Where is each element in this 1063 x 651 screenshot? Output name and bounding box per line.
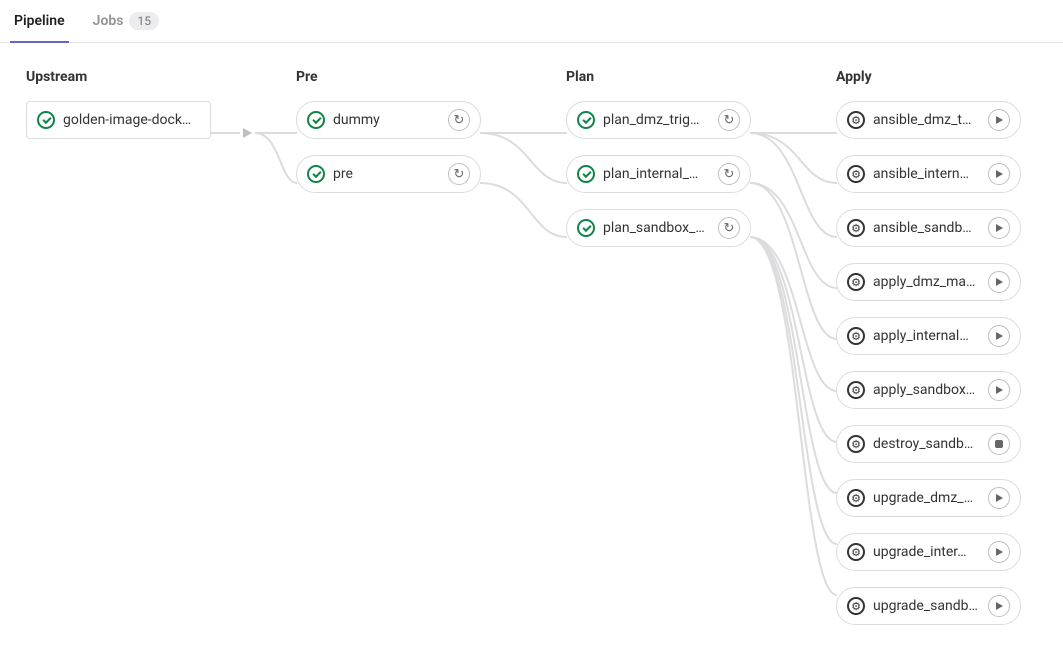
status-success-icon <box>577 165 595 183</box>
play-icon <box>995 386 1003 394</box>
retry-icon <box>724 221 735 236</box>
status-manual-icon <box>847 327 865 345</box>
job-pill[interactable]: plan_internal_… <box>566 155 751 193</box>
play-icon <box>995 332 1003 340</box>
pipeline-graph: Upstream golden-image-dock… Pre dummy pre… <box>0 43 1063 651</box>
retry-button[interactable] <box>718 217 740 239</box>
stop-button[interactable] <box>988 433 1010 455</box>
link-arrow-icon <box>243 128 252 138</box>
retry-icon <box>724 113 735 128</box>
job-label: plan_dmz_trig… <box>603 112 710 128</box>
job-label: plan_internal_… <box>603 166 710 182</box>
job-label: apply_dmz_ma… <box>873 274 980 290</box>
play-icon <box>995 278 1003 286</box>
plan-job-list: plan_dmz_trig… plan_internal_… plan_sandbo… <box>566 101 751 247</box>
status-manual-icon <box>847 165 865 183</box>
play-icon <box>995 602 1003 610</box>
play-button[interactable] <box>988 595 1010 617</box>
status-success-icon <box>577 219 595 237</box>
job-pill[interactable]: plan_dmz_trig… <box>566 101 751 139</box>
job-label: upgrade_dmz_… <box>873 490 980 506</box>
job-label: dummy <box>333 112 440 128</box>
stage-header-pre: Pre <box>296 69 481 85</box>
status-success-icon <box>577 111 595 129</box>
retry-button[interactable] <box>718 163 740 185</box>
status-manual-icon <box>847 435 865 453</box>
status-manual-icon <box>847 111 865 129</box>
status-manual-icon <box>847 543 865 561</box>
play-button[interactable] <box>988 217 1010 239</box>
job-pill[interactable]: plan_sandbox_… <box>566 209 751 247</box>
play-button[interactable] <box>988 325 1010 347</box>
play-button[interactable] <box>988 487 1010 509</box>
play-icon <box>995 116 1003 124</box>
job-label: ansible_sandb… <box>873 220 980 236</box>
tab-jobs-label: Jobs <box>93 13 124 29</box>
job-label: upgrade_inter… <box>873 544 980 560</box>
stage-header-upstream: Upstream <box>26 69 211 85</box>
job-pill[interactable]: destroy_sandb… <box>836 425 1021 463</box>
tab-pipeline-label: Pipeline <box>14 13 65 29</box>
tab-jobs[interactable]: Jobs 15 <box>89 12 163 42</box>
status-success-icon <box>307 165 325 183</box>
job-pill[interactable]: upgrade_sandb… <box>836 587 1021 625</box>
stage-upstream: Upstream golden-image-dock… <box>26 69 211 625</box>
status-manual-icon <box>847 219 865 237</box>
status-manual-icon <box>847 489 865 507</box>
play-icon <box>995 494 1003 502</box>
job-label: ansible_intern… <box>873 166 980 182</box>
play-button[interactable] <box>988 379 1010 401</box>
retry-button[interactable] <box>718 109 740 131</box>
tabs-bar: Pipeline Jobs 15 <box>0 0 1063 43</box>
stage-plan: Plan plan_dmz_trig… plan_internal_… plan_s… <box>566 69 751 625</box>
job-pill[interactable]: ansible_intern… <box>836 155 1021 193</box>
job-label: apply_internal… <box>873 328 980 344</box>
retry-icon <box>454 113 465 128</box>
job-label: destroy_sandb… <box>873 436 980 452</box>
stop-icon <box>995 440 1003 448</box>
job-pill[interactable]: apply_internal… <box>836 317 1021 355</box>
stage-apply: Apply ansible_dmz_t…ansible_intern…ansib… <box>836 69 1021 625</box>
job-pill[interactable]: dummy <box>296 101 481 139</box>
job-pill[interactable]: upgrade_dmz_… <box>836 479 1021 517</box>
job-label: plan_sandbox_… <box>603 220 710 236</box>
apply-job-list: ansible_dmz_t… ansible_intern… ansible_san… <box>836 101 1021 625</box>
status-success-icon <box>307 111 325 129</box>
pre-job-list: dummy pre <box>296 101 481 193</box>
job-pill[interactable]: ansible_sandb… <box>836 209 1021 247</box>
upstream-job-list: golden-image-dock… <box>26 101 211 139</box>
play-icon <box>995 170 1003 178</box>
job-pill[interactable]: apply_dmz_ma… <box>836 263 1021 301</box>
status-manual-icon <box>847 273 865 291</box>
job-pill[interactable]: ansible_dmz_t… <box>836 101 1021 139</box>
job-label: pre <box>333 166 440 182</box>
upstream-job-label: golden-image-dock… <box>63 112 200 128</box>
stage-header-plan: Plan <box>566 69 751 85</box>
retry-button[interactable] <box>448 109 470 131</box>
job-label: ansible_dmz_t… <box>873 112 980 128</box>
upstream-job[interactable]: golden-image-dock… <box>26 101 211 139</box>
status-manual-icon <box>847 381 865 399</box>
play-button[interactable] <box>988 163 1010 185</box>
job-label: apply_sandbox… <box>873 382 980 398</box>
tab-pipeline[interactable]: Pipeline <box>10 12 69 43</box>
status-manual-icon <box>847 597 865 615</box>
retry-button[interactable] <box>448 163 470 185</box>
play-icon <box>995 224 1003 232</box>
job-pill[interactable]: pre <box>296 155 481 193</box>
job-label: upgrade_sandb… <box>873 598 980 614</box>
stage-header-apply: Apply <box>836 69 1021 85</box>
stage-pre: Pre dummy pre <box>296 69 481 625</box>
play-button[interactable] <box>988 541 1010 563</box>
play-icon <box>995 548 1003 556</box>
jobs-count-badge: 15 <box>129 12 159 30</box>
play-button[interactable] <box>988 271 1010 293</box>
job-pill[interactable]: upgrade_inter… <box>836 533 1021 571</box>
retry-icon <box>724 167 735 182</box>
job-pill[interactable]: apply_sandbox… <box>836 371 1021 409</box>
status-success-icon <box>37 111 55 129</box>
retry-icon <box>454 167 465 182</box>
play-button[interactable] <box>988 109 1010 131</box>
